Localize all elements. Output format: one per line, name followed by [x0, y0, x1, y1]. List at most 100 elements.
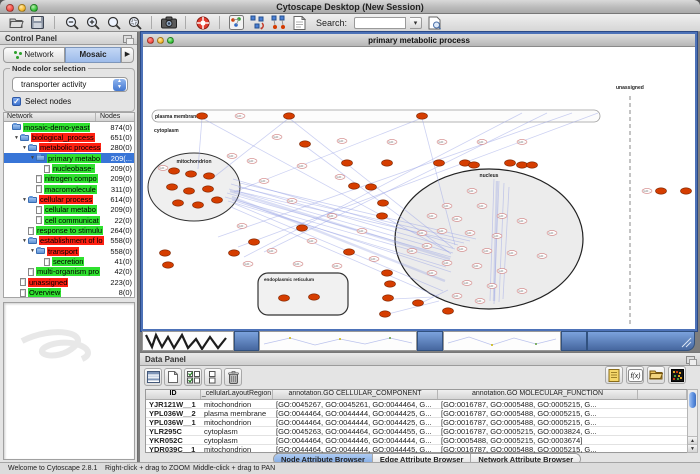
- table-cell[interactable]: YDR039C__1: [146, 445, 201, 454]
- formula-builder-button[interactable]: f(x): [626, 366, 644, 384]
- graph-node-selected[interactable]: [505, 160, 516, 166]
- table-cell[interactable]: [GO:0045267, GO:0045261, GO:0044464, G..…: [273, 400, 438, 409]
- graph-node-selected[interactable]: [212, 197, 223, 203]
- column-cellular-component[interactable]: annotation.GO CELLULAR_COMPONENT: [273, 390, 438, 399]
- graph-node-selected[interactable]: [309, 294, 320, 300]
- graph-node-selected[interactable]: [656, 188, 667, 194]
- tree-row-label[interactable]: cellular process: [39, 195, 93, 204]
- search-dropdown-button[interactable]: ▾: [410, 17, 422, 29]
- table-cell[interactable]: [GO:0005488, GO:0005215, GO:0003674]: [438, 436, 638, 445]
- float-panel-icon[interactable]: [686, 356, 695, 364]
- background-window-titlebar[interactable]: [587, 331, 695, 351]
- graph-node-selected[interactable]: [383, 295, 394, 301]
- delete-attribute-button[interactable]: [224, 368, 242, 386]
- zoom-window-button[interactable]: [30, 4, 38, 12]
- select-nodes-checkbox[interactable]: ✓: [12, 97, 21, 106]
- zoom-selected-button[interactable]: [126, 15, 143, 31]
- tree-row-label[interactable]: macromolecule: [44, 185, 97, 194]
- graph-node-selected[interactable]: [443, 308, 454, 314]
- tree-row[interactable]: macromolecule311(0): [4, 184, 134, 194]
- graph-node-selected[interactable]: [385, 281, 396, 287]
- graph-node-selected[interactable]: [349, 183, 360, 189]
- graph-node-selected[interactable]: [173, 200, 184, 206]
- snapshot-camera-button[interactable]: [160, 15, 177, 31]
- apply-layout-alt-button[interactable]: [270, 15, 287, 31]
- tree-row-label[interactable]: secretion: [52, 257, 84, 266]
- graph-node-selected[interactable]: [163, 262, 174, 268]
- table-cell[interactable]: YLR295C: [146, 427, 201, 436]
- table-cell[interactable]: [GO:0016787, GO:0005488, GO:0005215, G..…: [438, 409, 638, 418]
- graph-node-selected[interactable]: [249, 239, 260, 245]
- table-cell[interactable]: mitochondrion: [201, 418, 273, 427]
- tree-row-label[interactable]: establishment of lo: [39, 236, 104, 245]
- table-cell[interactable]: [GO:0044464, GO:0044444, GO:0044425, G..…: [273, 418, 438, 427]
- tree-row[interactable]: mosaic-demo-yeast874(0): [4, 122, 134, 132]
- tree-row[interactable]: response to stimulu264(0): [4, 225, 134, 235]
- graph-node-selected[interactable]: [417, 113, 428, 119]
- table-cell[interactable]: [GO:0016787, GO:0005215, GO:0003824, G..…: [438, 427, 638, 436]
- tree-row-label[interactable]: nitrogen compo: [44, 174, 98, 183]
- graph-edge[interactable]: [214, 118, 289, 177]
- graph-node-selected[interactable]: [279, 295, 290, 301]
- background-window-fragment[interactable]: [259, 331, 417, 351]
- table-cell[interactable]: YPL036W__2: [146, 409, 201, 418]
- tree-row[interactable]: cell communicat22(0): [4, 215, 134, 225]
- tree-row-label[interactable]: primary metabo: [47, 154, 101, 163]
- tree-row[interactable]: ▼establishment of lo558(0): [4, 236, 134, 246]
- table-cell[interactable]: [GO:0044464, GO:0044444, GO:0044425, G..…: [273, 409, 438, 418]
- tree-row[interactable]: Overview8(0): [4, 288, 134, 298]
- tree-row-label[interactable]: response to stimulu: [36, 226, 103, 235]
- zoom-window-button[interactable]: [167, 37, 174, 44]
- annotation-button[interactable]: [291, 15, 308, 31]
- table-cell[interactable]: mitochondrion: [201, 400, 273, 409]
- graph-node-selected[interactable]: [344, 249, 355, 255]
- graph-node-selected[interactable]: [377, 213, 388, 219]
- search-options-button[interactable]: [426, 15, 443, 31]
- tree-column-headers[interactable]: Network Nodes: [3, 112, 135, 122]
- zoom-in-button[interactable]: [84, 15, 101, 31]
- tree-row-label[interactable]: cell communicat: [44, 216, 100, 225]
- graph-node-selected[interactable]: [284, 113, 295, 119]
- close-button[interactable]: [147, 37, 154, 44]
- background-window-fragment[interactable]: [443, 331, 561, 351]
- table-cell[interactable]: [GO:0016787, GO:0005488, GO:0005215, G..…: [438, 418, 638, 427]
- graph-node-selected[interactable]: [186, 171, 197, 177]
- more-tabs-button[interactable]: ▶: [121, 47, 134, 63]
- tree-row-label[interactable]: biological_process: [31, 133, 95, 142]
- table-scrollbar[interactable]: ▲ ▼: [687, 389, 698, 453]
- minimize-button[interactable]: [18, 4, 26, 12]
- graph-node-selected[interactable]: [300, 141, 311, 147]
- column-nodes[interactable]: Nodes: [96, 113, 120, 121]
- table-cell[interactable]: mitochondrion: [201, 445, 273, 454]
- graph-node-selected[interactable]: [413, 300, 424, 306]
- float-panel-icon[interactable]: [123, 35, 132, 43]
- tree-row[interactable]: ▼metabolic process280(0): [4, 143, 134, 153]
- graph-node-selected[interactable]: [527, 162, 538, 168]
- graph-node-selected[interactable]: [229, 250, 240, 256]
- table-cell[interactable]: [GO:0045263, GO:0044464, GO:0044455, G..…: [273, 427, 438, 436]
- graph-node-selected[interactable]: [380, 311, 391, 317]
- tree-row[interactable]: ▼primary metabo209(...: [4, 153, 134, 163]
- apply-layout-button[interactable]: [249, 15, 266, 31]
- graph-node-selected[interactable]: [469, 162, 480, 168]
- attribute-table-header[interactable]: ID _cellularLayoutRegion annotation.GO C…: [146, 390, 687, 400]
- minimize-button[interactable]: [157, 37, 164, 44]
- attribute-table[interactable]: ID _cellularLayoutRegion annotation.GO C…: [145, 389, 688, 453]
- table-cell[interactable]: YJR121W__1: [146, 400, 201, 409]
- table-cell[interactable]: YKR052C: [146, 436, 201, 445]
- tree-row[interactable]: secretion41(0): [4, 256, 134, 266]
- scroll-up-button[interactable]: ▲: [688, 436, 697, 444]
- open-session-button[interactable]: [8, 15, 25, 31]
- column-molecular-function[interactable]: annotation.GO MOLECULAR_FUNCTION: [438, 390, 638, 399]
- graph-node-selected[interactable]: [167, 184, 178, 190]
- tree-row[interactable]: multi-organism pro42(0): [4, 267, 134, 277]
- graph-node-selected[interactable]: [203, 186, 214, 192]
- tree-row[interactable]: ▼transport558(0): [4, 246, 134, 256]
- open-attribute-file-button[interactable]: [647, 366, 665, 384]
- graph-edge[interactable]: [393, 297, 433, 299]
- tree-row-label[interactable]: metabolic process: [39, 143, 101, 152]
- birdseye-view[interactable]: [3, 302, 135, 460]
- tree-row-label[interactable]: nucleobase-: [52, 164, 95, 173]
- graph-node-selected[interactable]: [382, 270, 393, 276]
- select-attributes-button[interactable]: [184, 368, 202, 386]
